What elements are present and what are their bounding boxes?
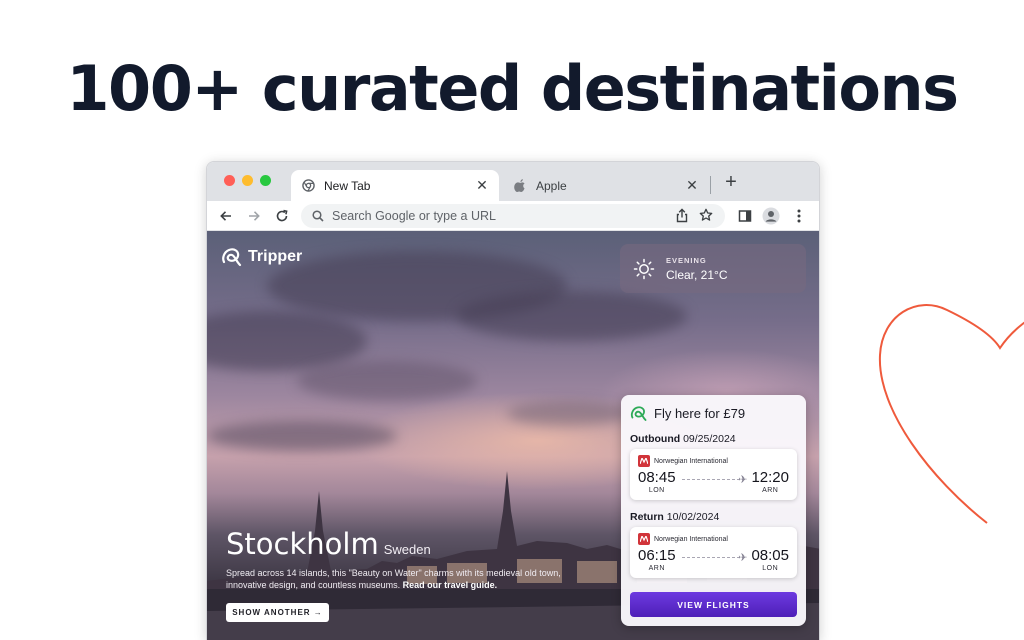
show-another-button[interactable]: SHOW ANOTHER → bbox=[226, 603, 329, 622]
address-bar-placeholder: Search Google or type a URL bbox=[332, 209, 496, 223]
outbound-date: 09/25/2024 bbox=[683, 433, 736, 445]
cloud bbox=[507, 401, 627, 426]
weather-text: EVENING Clear, 21°C bbox=[666, 256, 728, 282]
cloud bbox=[297, 361, 477, 401]
tab-label: Apple bbox=[536, 178, 567, 193]
chrome-icon bbox=[301, 179, 315, 193]
minimize-window-button[interactable] bbox=[242, 175, 253, 186]
tab-label: New Tab bbox=[324, 178, 371, 193]
departure-airport: LON bbox=[648, 487, 665, 494]
weather-period: EVENING bbox=[666, 255, 707, 265]
apple-icon bbox=[513, 179, 527, 193]
close-tab-icon[interactable]: ✕ bbox=[685, 177, 699, 194]
destination-country: Sweden bbox=[383, 542, 431, 557]
flight-times: 06:15 ARN ✈ 08:05 LON bbox=[638, 547, 789, 572]
tab-divider bbox=[710, 176, 711, 194]
search-icon bbox=[312, 210, 324, 222]
more-menu-icon[interactable] bbox=[789, 206, 809, 226]
travel-guide-link[interactable]: Read our travel guide. bbox=[403, 580, 498, 590]
flight-route: ✈ bbox=[681, 474, 747, 493]
back-arrow-icon[interactable] bbox=[216, 206, 236, 226]
outbound-heading: Outbound 09/25/2024 bbox=[630, 433, 797, 445]
tripper-logo-icon bbox=[221, 247, 243, 267]
airline-row: Norwegian International bbox=[638, 533, 789, 545]
profile-avatar[interactable] bbox=[761, 206, 781, 226]
flight-card-header: Fly here for £79 bbox=[630, 405, 797, 422]
browser-toolbar: Search Google or type a URL bbox=[207, 201, 819, 231]
arrival-airport: LON bbox=[762, 565, 779, 572]
return-label: Return bbox=[630, 511, 664, 523]
arrival: 08:05 LON bbox=[751, 547, 789, 572]
airline-name: Norwegian International bbox=[654, 535, 728, 543]
airplane-icon: ✈ bbox=[738, 552, 748, 564]
weather-widget: EVENING Clear, 21°C bbox=[620, 244, 806, 293]
destination-city: Stockholm bbox=[226, 527, 379, 561]
description-text: Spread across 14 islands, this "Beauty o… bbox=[226, 568, 561, 590]
brand-name: Tripper bbox=[248, 248, 303, 265]
tab-strip: New Tab ✕ Apple ✕ + bbox=[207, 162, 819, 201]
new-tab-button[interactable]: + bbox=[721, 172, 741, 193]
forward-arrow-icon[interactable] bbox=[244, 206, 264, 226]
destination-description: Spread across 14 islands, this "Beauty o… bbox=[226, 567, 596, 591]
airplane-icon: ✈ bbox=[738, 474, 748, 486]
arrival-time: 12:20 bbox=[751, 469, 789, 486]
view-flights-button[interactable]: VIEW FLIGHTS bbox=[630, 592, 797, 617]
heart-icon bbox=[878, 304, 1024, 524]
tab-apple[interactable]: Apple ✕ bbox=[503, 170, 709, 201]
airline-logo-icon bbox=[638, 455, 650, 467]
new-tab-page: Tripper EVENING Clear, 21°C Stockholm Sw… bbox=[207, 231, 819, 640]
arrival-time: 08:05 bbox=[751, 547, 789, 564]
close-window-button[interactable] bbox=[224, 175, 235, 186]
flight-route: ✈ bbox=[681, 552, 747, 571]
departure-time: 08:45 bbox=[638, 469, 676, 486]
flight-card: Fly here for £79 Outbound 09/25/2024 Nor… bbox=[621, 395, 806, 626]
arrival: 12:20 ARN bbox=[751, 469, 789, 494]
side-panel-icon[interactable] bbox=[735, 206, 755, 226]
browser-window: New Tab ✕ Apple ✕ + Search Google or typ… bbox=[206, 161, 820, 640]
tripper-logo: Tripper bbox=[221, 247, 302, 267]
outbound-flight[interactable]: Norwegian International 08:45 LON ✈ 12:2… bbox=[630, 449, 797, 500]
cloud bbox=[207, 421, 397, 451]
weather-value: Clear, 21°C bbox=[666, 267, 728, 282]
page-headline: 100+ curated destinations bbox=[66, 52, 959, 125]
sun-icon bbox=[633, 258, 655, 280]
return-heading: Return 10/02/2024 bbox=[630, 511, 797, 523]
departure: 08:45 LON bbox=[638, 469, 676, 494]
airline-row: Norwegian International bbox=[638, 455, 789, 467]
departure: 06:15 ARN bbox=[638, 547, 676, 572]
airline-name: Norwegian International bbox=[654, 457, 728, 465]
flight-times: 08:45 LON ✈ 12:20 ARN bbox=[638, 469, 789, 494]
maximize-window-button[interactable] bbox=[260, 175, 271, 186]
arrival-airport: ARN bbox=[762, 487, 779, 494]
close-tab-icon[interactable]: ✕ bbox=[475, 177, 489, 194]
reload-icon[interactable] bbox=[272, 206, 292, 226]
destination-title: Stockholm Sweden bbox=[226, 527, 431, 561]
return-date: 10/02/2024 bbox=[666, 511, 720, 523]
flight-card-title: Fly here for £79 bbox=[654, 406, 746, 421]
page: 100+ curated destinations New Tab ✕ Appl… bbox=[0, 0, 1024, 640]
outbound-label: Outbound bbox=[630, 433, 681, 445]
airline-logo-icon bbox=[638, 533, 650, 545]
tab-new-tab[interactable]: New Tab ✕ bbox=[291, 170, 499, 201]
share-icon[interactable] bbox=[675, 208, 689, 223]
tripper-logo-icon bbox=[630, 405, 648, 422]
address-bar[interactable]: Search Google or type a URL bbox=[301, 204, 725, 228]
departure-time: 06:15 bbox=[638, 547, 676, 564]
bookmark-star-icon[interactable] bbox=[699, 208, 713, 222]
return-flight[interactable]: Norwegian International 06:15 ARN ✈ 08:0… bbox=[630, 527, 797, 578]
departure-airport: ARN bbox=[648, 565, 665, 572]
cloud bbox=[457, 291, 687, 341]
